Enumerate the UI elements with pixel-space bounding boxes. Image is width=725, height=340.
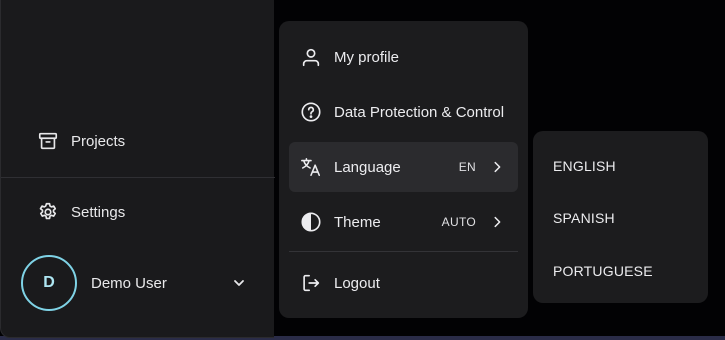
chevron-right-icon xyxy=(494,216,501,228)
chevron-down-icon xyxy=(234,280,244,286)
menu-item-logout[interactable]: Logout xyxy=(289,258,518,308)
sidebar-item-settings[interactable]: Settings xyxy=(37,201,125,223)
sidebar: Projects Settings D Demo User xyxy=(0,0,275,338)
language-submenu: ENGLISH SPANISH PORTUGUESE xyxy=(533,131,708,303)
menu-item-label: Data Protection & Control xyxy=(334,103,505,121)
menu-item-label: My profile xyxy=(334,48,400,66)
menu-item-theme[interactable]: Theme AUTO xyxy=(289,197,518,247)
logout-icon xyxy=(303,274,320,292)
language-value: EN xyxy=(458,160,476,174)
chevron-right-icon xyxy=(494,161,501,173)
language-option-english[interactable]: ENGLISH xyxy=(553,158,616,174)
user-menu: My profile Data Protection & Control Lan… xyxy=(279,21,528,318)
language-option-spanish[interactable]: SPANISH xyxy=(553,210,615,226)
sidebar-item-label: Settings xyxy=(71,203,126,221)
avatar: D xyxy=(21,255,77,311)
user-menu-toggle[interactable]: D Demo User xyxy=(21,253,257,313)
menu-item-label: Language xyxy=(334,158,401,176)
question-circle-icon xyxy=(301,102,321,122)
contrast-icon xyxy=(301,212,321,232)
translate-icon xyxy=(301,157,321,177)
gear-icon xyxy=(39,202,57,220)
sidebar-item-projects[interactable]: Projects xyxy=(37,130,125,152)
theme-value: AUTO xyxy=(441,215,476,229)
avatar-initial: D xyxy=(43,274,55,291)
menu-divider xyxy=(289,251,518,252)
menu-item-data-protection[interactable]: Data Protection & Control xyxy=(289,87,518,137)
language-option-portuguese[interactable]: PORTUGUESE xyxy=(553,263,653,279)
user-icon xyxy=(302,48,320,67)
user-name: Demo User xyxy=(91,274,167,292)
sidebar-item-label: Projects xyxy=(71,132,126,150)
menu-item-my-profile[interactable]: My profile xyxy=(289,32,518,82)
archive-icon xyxy=(38,132,58,150)
sidebar-divider xyxy=(1,177,275,178)
menu-item-language[interactable]: Language EN xyxy=(289,142,518,192)
menu-item-label: Theme xyxy=(334,213,381,231)
menu-item-label: Logout xyxy=(334,274,380,292)
